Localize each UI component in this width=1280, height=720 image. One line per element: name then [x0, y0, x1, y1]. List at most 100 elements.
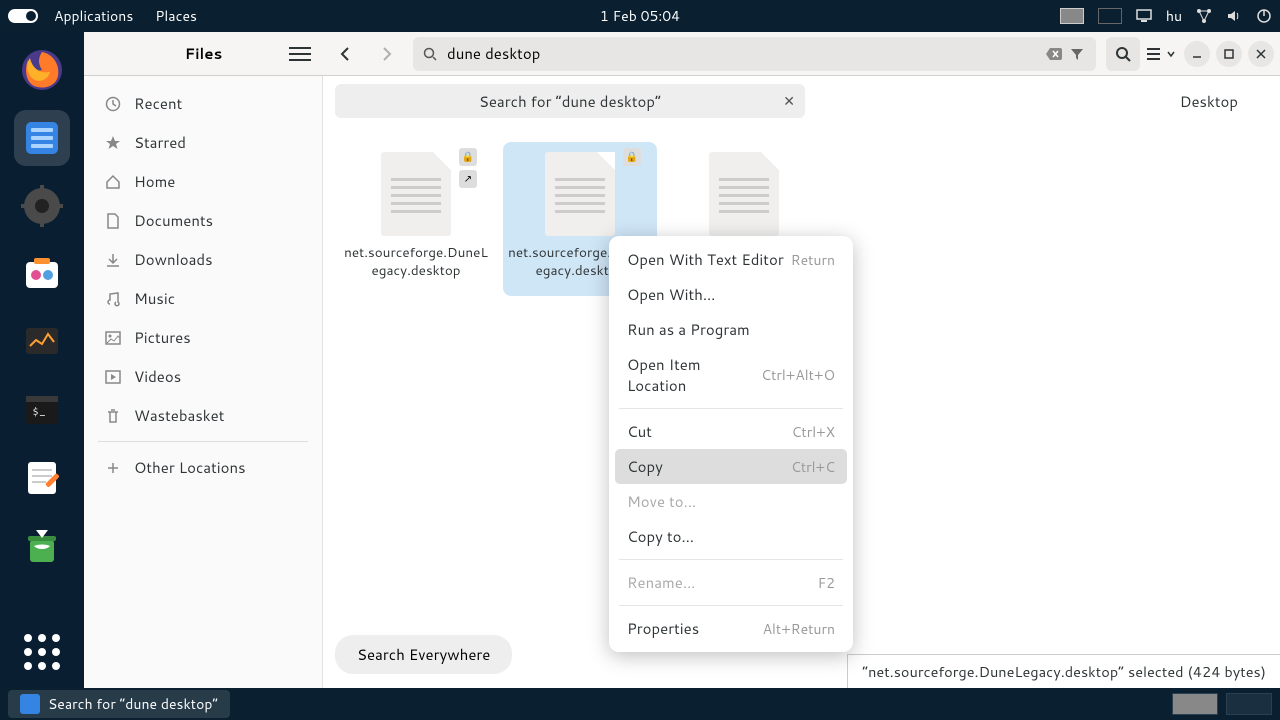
maximize-button[interactable]	[1216, 41, 1242, 67]
sidebar-item-label: Videos	[134, 366, 181, 387]
file-icon	[381, 152, 451, 236]
ctx-label: Rename…	[627, 572, 695, 593]
dock-files[interactable]	[14, 110, 70, 166]
workspace-indicator-2[interactable]	[1098, 8, 1122, 24]
ctx-shortcut: Return	[791, 250, 835, 270]
clear-search-icon[interactable]	[1046, 48, 1062, 60]
dock-trash[interactable]	[14, 518, 70, 574]
search-input[interactable]	[447, 43, 1038, 64]
ctx-open-with[interactable]: Open With…	[615, 277, 847, 312]
search-chip-label: Search for “dune desktop”	[479, 91, 661, 112]
network-icon[interactable]	[1196, 8, 1212, 24]
ctx-open-with-text-editor[interactable]: Open With Text Editor Return	[615, 242, 847, 277]
back-button[interactable]	[329, 37, 363, 71]
forward-button[interactable]	[369, 37, 403, 71]
clock-icon	[104, 95, 122, 113]
ctx-run-as-program[interactable]: Run as a Program	[615, 312, 847, 347]
ctx-shortcut: Ctrl+X	[792, 422, 835, 442]
search-everywhere-button[interactable]: Search Everywhere	[335, 635, 512, 674]
sidebar-item-other-locations[interactable]: Other Locations	[90, 448, 316, 487]
link-icon: ↗	[459, 170, 477, 188]
dock-text-editor[interactable]	[14, 450, 70, 506]
activities-pill[interactable]	[8, 9, 38, 23]
menu-places[interactable]: Places	[155, 6, 197, 26]
ctx-rename: Rename…F2	[615, 565, 847, 600]
taskbar-window-button[interactable]: Search for “dune desktop”	[8, 690, 230, 718]
sidebar-item-label: Pictures	[134, 327, 191, 348]
power-icon[interactable]	[1256, 8, 1272, 24]
ctx-separator	[619, 605, 843, 606]
search-toggle-button[interactable]	[1106, 37, 1140, 71]
search-bar[interactable]	[413, 37, 1096, 71]
dock-terminal[interactable]: $_	[14, 382, 70, 438]
sidebar-item-label: Wastebasket	[134, 405, 224, 426]
chevron-down-icon	[1166, 49, 1176, 59]
minimize-button[interactable]	[1184, 41, 1210, 67]
ctx-label: Copy	[627, 456, 663, 477]
close-icon[interactable]: ✕	[783, 91, 795, 111]
sidebar-item-trash[interactable]: Wastebasket	[90, 396, 316, 435]
ctx-cut[interactable]: CutCtrl+X	[615, 414, 847, 449]
keyboard-layout[interactable]: hu	[1166, 6, 1182, 26]
ctx-properties[interactable]: Properties Alt+Return	[615, 611, 847, 646]
dock-monitor[interactable]	[14, 314, 70, 370]
workspace-indicator-1[interactable]	[1060, 8, 1084, 24]
sidebar-item-starred[interactable]: Starred	[90, 123, 316, 162]
file-icon	[709, 152, 779, 236]
sidebar-item-label: Other Locations	[134, 457, 246, 478]
taskbar-title: Search for “dune desktop”	[48, 694, 218, 714]
sidebar-item-documents[interactable]: Documents	[90, 201, 316, 240]
ctx-shortcut: Ctrl+C	[791, 457, 835, 477]
music-icon	[104, 290, 122, 308]
volume-icon[interactable]	[1226, 8, 1242, 24]
gnome-topbar: Applications Places 1 Feb 05:04 hu	[0, 0, 1280, 32]
files-app-icon	[20, 694, 40, 714]
sidebar-item-label: Starred	[134, 132, 186, 153]
clock[interactable]: 1 Feb 05:04	[600, 6, 680, 26]
menu-applications[interactable]: Applications	[54, 6, 133, 26]
sidebar-item-label: Home	[134, 171, 175, 192]
ctx-shortcut: Alt+Return	[763, 619, 835, 639]
location-label[interactable]: Desktop	[1180, 91, 1238, 112]
dock-settings[interactable]	[14, 178, 70, 234]
videos-icon	[104, 368, 122, 386]
ctx-copy[interactable]: Copy Ctrl+C	[615, 449, 847, 484]
headerbar: Files	[84, 32, 1280, 76]
ctx-label: Move to…	[627, 491, 696, 512]
sidebar-item-videos[interactable]: Videos	[90, 357, 316, 396]
sidebar-item-label: Recent	[134, 93, 182, 114]
doc-icon	[104, 212, 122, 230]
ctx-label: Properties	[627, 618, 699, 639]
sidebar-item-label: Music	[134, 288, 175, 309]
search-chip[interactable]: Search for “dune desktop” ✕	[335, 84, 805, 118]
ctx-label: Copy to…	[627, 526, 694, 547]
screen-icon[interactable]	[1136, 8, 1152, 24]
close-button[interactable]	[1248, 41, 1274, 67]
dock-software[interactable]	[14, 246, 70, 302]
workspace-switcher-1[interactable]	[1172, 693, 1218, 715]
home-icon	[104, 173, 122, 191]
workspace-switcher-2[interactable]	[1226, 693, 1272, 715]
sidebar-item-downloads[interactable]: Downloads	[90, 240, 316, 279]
ctx-shortcut: Ctrl+Alt+O	[761, 365, 835, 385]
sidebar-item-recent[interactable]: Recent	[90, 84, 316, 123]
bottom-taskbar: Search for “dune desktop”	[0, 688, 1280, 720]
sidebar-item-label: Downloads	[134, 249, 213, 270]
sidebar-item-home[interactable]: Home	[90, 162, 316, 201]
trash-icon	[104, 407, 122, 425]
ctx-copy-to[interactable]: Copy to…	[615, 519, 847, 554]
sidebar-menu-button[interactable]	[289, 43, 311, 65]
sidebar-item-music[interactable]: Music	[90, 279, 316, 318]
dock-firefox[interactable]	[14, 42, 70, 98]
sidebar-item-pictures[interactable]: Pictures	[90, 318, 316, 357]
ctx-label: Open With Text Editor	[627, 249, 784, 270]
ctx-separator	[619, 408, 843, 409]
dock-apps-grid[interactable]	[24, 634, 60, 670]
view-mode-button[interactable]	[1146, 46, 1176, 62]
search-filter-icon[interactable]	[1070, 47, 1086, 61]
status-bar: “net.sourceforge.DuneLegacy.desktop” sel…	[847, 654, 1280, 688]
ctx-open-item-location[interactable]: Open Item LocationCtrl+Alt+O	[615, 347, 847, 403]
file-item[interactable]: 🔒 ↗ net.sourceforge.DuneLegacy.desktop	[339, 142, 493, 296]
file-icon	[545, 152, 615, 236]
ctx-separator	[619, 559, 843, 560]
